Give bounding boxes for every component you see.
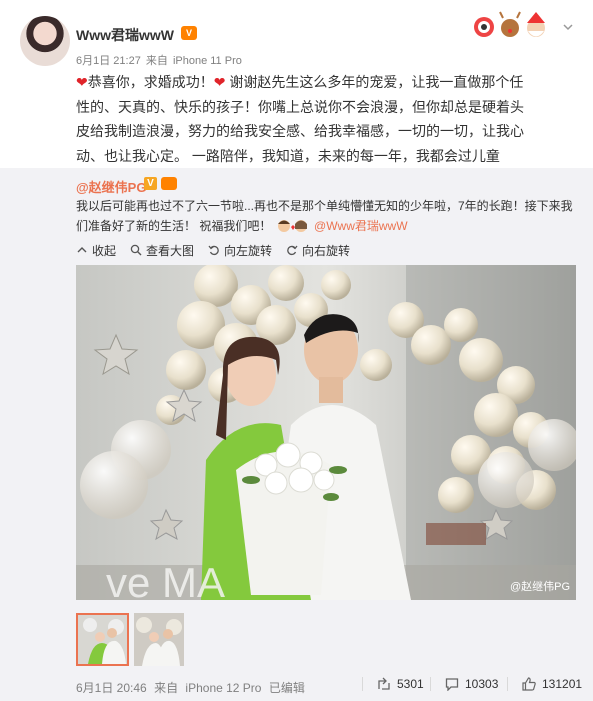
couple-emoji-icon bbox=[277, 220, 307, 232]
collapse-button[interactable]: 收起 bbox=[76, 242, 116, 258]
heart-icon: ❤ bbox=[76, 74, 88, 90]
rotate-left-icon bbox=[208, 245, 219, 256]
avatar[interactable] bbox=[20, 16, 70, 66]
weibo-post: Www君瑞wwW V 6月1日 21:27 来自 iPhone 11 Pro ❤… bbox=[0, 0, 593, 701]
like-count-button[interactable]: 131201 bbox=[507, 677, 582, 691]
username-link[interactable]: Www君瑞wwW bbox=[76, 25, 174, 45]
rotate-right-icon bbox=[287, 245, 298, 256]
vip-badge-icon[interactable] bbox=[161, 177, 177, 190]
chevron-down-icon[interactable] bbox=[563, 22, 573, 32]
comment-icon bbox=[445, 678, 459, 691]
post-photo[interactable]: ve MA @赵继伟PG bbox=[76, 265, 576, 600]
source-prefix: 来自 bbox=[145, 55, 168, 67]
thumbnail-1-image bbox=[78, 615, 127, 664]
post-meta: 6月1日 21:27 来自 iPhone 11 Pro bbox=[76, 52, 244, 68]
rotate-left-label: 向左旋转 bbox=[224, 243, 273, 258]
like-count: 131201 bbox=[542, 677, 583, 691]
repost-meta: 6月1日 20:46 来自 iPhone 12 Pro 已编辑 bbox=[76, 679, 309, 696]
post-text-part-1: 恭喜你，求婚成功！ bbox=[87, 74, 214, 90]
photo-watermark: @赵继伟PG bbox=[509, 581, 570, 593]
collapse-icon bbox=[77, 247, 87, 253]
repost-text: 我以后可能再也过不了六一节啦...再也不是那个单纯懵懂无知的少年啦，7年的长跑！… bbox=[76, 196, 581, 236]
divider bbox=[430, 677, 431, 691]
thumbnail-1[interactable] bbox=[76, 613, 129, 666]
rotate-right-label: 向右旋转 bbox=[302, 243, 351, 258]
repost-author-link[interactable]: @赵继伟PG bbox=[76, 177, 146, 196]
thumbs-up-icon bbox=[522, 677, 536, 691]
thumbnail-2[interactable] bbox=[134, 613, 184, 666]
share-icon bbox=[378, 677, 390, 690]
repost-date[interactable]: 6月1日 20:46 bbox=[76, 681, 147, 695]
heart-icon: ❤ bbox=[213, 74, 226, 90]
collapse-label: 收起 bbox=[92, 243, 117, 258]
repost-count-button[interactable]: 5301 bbox=[362, 677, 424, 691]
comment-count: 10303 bbox=[465, 677, 499, 691]
svg-text:ve MA: ve MA bbox=[106, 559, 225, 600]
rotate-left-button[interactable]: 向左旋转 bbox=[208, 242, 272, 258]
device-link[interactable]: iPhone 11 Pro bbox=[173, 55, 242, 67]
divider bbox=[362, 677, 363, 691]
source-prefix: 来自 bbox=[154, 681, 179, 695]
magnifier-icon bbox=[130, 244, 142, 256]
comment-count-button[interactable]: 10303 bbox=[430, 677, 498, 691]
thumbnail-2-image bbox=[134, 613, 184, 666]
repost-footer: 6月1日 20:46 来自 iPhone 12 Pro 已编辑 5301 103… bbox=[0, 676, 593, 701]
verified-badge-icon[interactable]: V bbox=[144, 177, 157, 190]
mention-link[interactable]: @Www君瑞wwW bbox=[314, 219, 408, 233]
device-link[interactable]: iPhone 12 Pro bbox=[185, 681, 261, 695]
repost-card: @赵继伟PG V 我以后可能再也过不了六一节啦...再也不是那个单纯懵懂无知的少… bbox=[0, 168, 593, 701]
christmas-decoration-icon bbox=[474, 11, 545, 37]
vip-badge-icon[interactable]: V bbox=[181, 26, 197, 40]
repost-count: 5301 bbox=[397, 677, 424, 691]
couple-with-balloons-photo: ve MA bbox=[76, 265, 576, 600]
view-large-button[interactable]: 查看大图 bbox=[130, 242, 194, 258]
photo-toolbar: 收起 查看大图 向左旋转 向右旋转 bbox=[76, 242, 350, 258]
edited-label[interactable]: 已编辑 bbox=[269, 681, 305, 695]
post-date[interactable]: 6月1日 21:27 bbox=[76, 55, 141, 67]
view-large-label: 查看大图 bbox=[146, 243, 195, 258]
rotate-right-button[interactable]: 向右旋转 bbox=[286, 242, 350, 258]
divider bbox=[507, 677, 508, 691]
